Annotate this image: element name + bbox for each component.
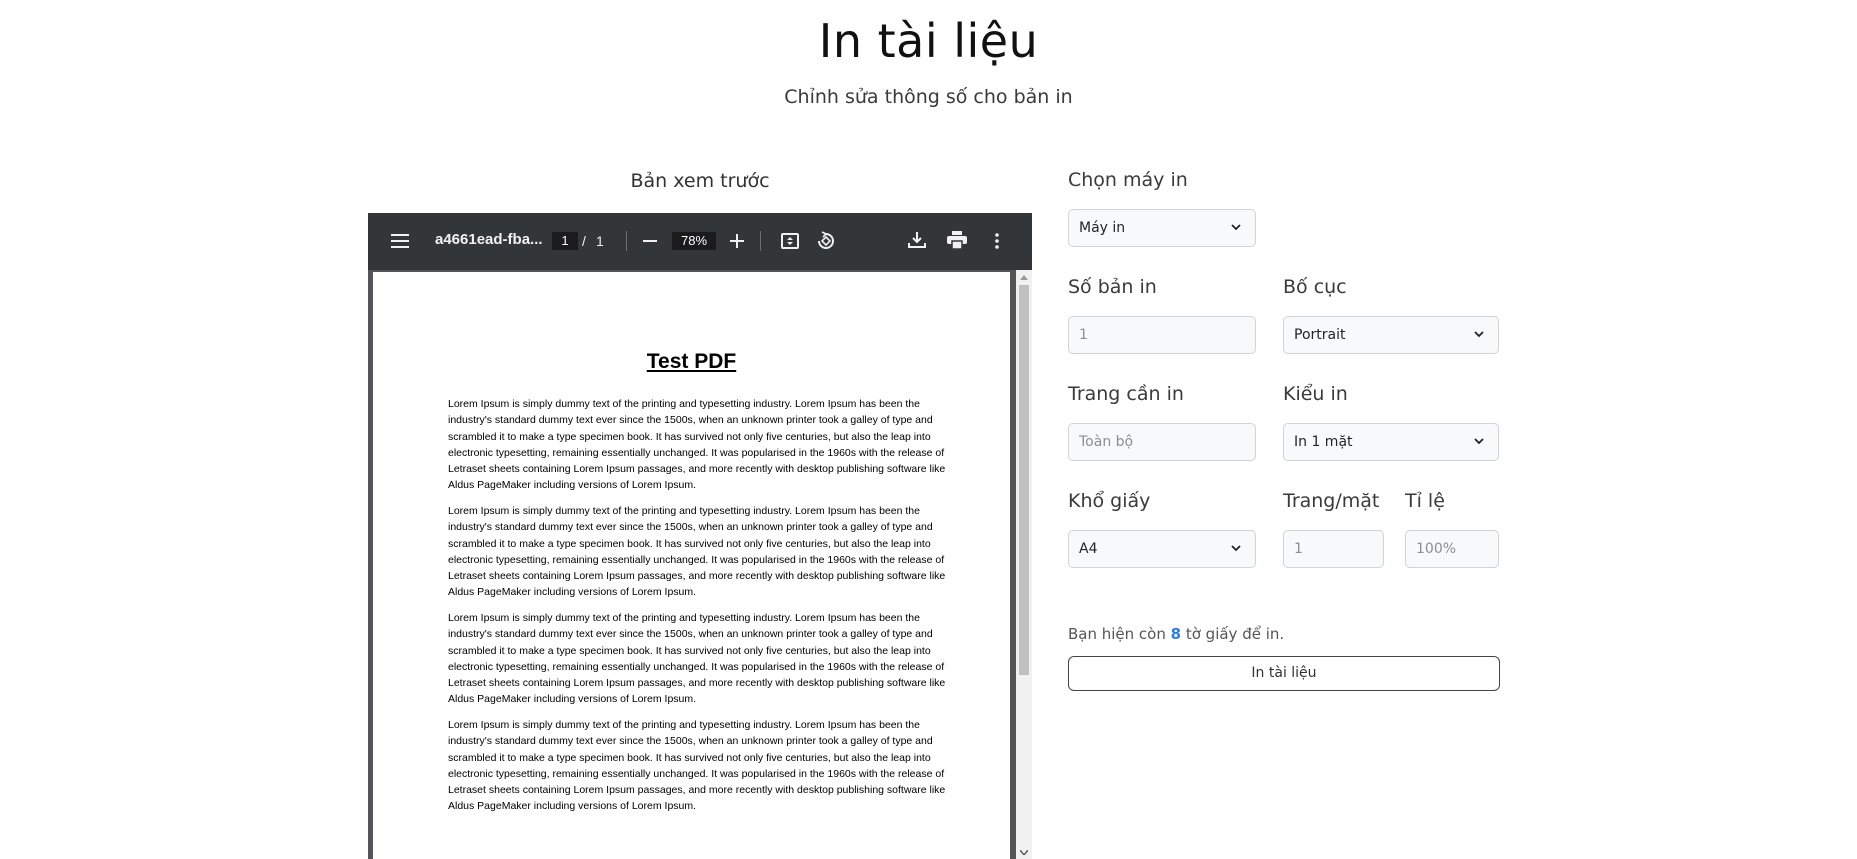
scroll-down-icon[interactable] [1016, 845, 1032, 859]
remaining-count: 8 [1170, 625, 1182, 643]
document-title: Test PDF [646, 350, 737, 373]
toolbar-divider [760, 231, 761, 251]
page-total: 1 [596, 233, 604, 249]
printer-label: Chọn máy in [1068, 169, 1188, 191]
more-icon[interactable] [985, 229, 1009, 253]
pdf-page: Test PDF Lorem Ipsum is simply dummy tex… [373, 272, 1010, 859]
paper-size-select[interactable]: A4 [1068, 530, 1256, 568]
paper-size-value: A4 [1079, 541, 1098, 557]
sides-label: Kiểu in [1283, 383, 1348, 405]
layout-label: Bố cục [1283, 276, 1347, 298]
page-number-input[interactable]: 1 [552, 232, 578, 250]
pages-input[interactable]: Toàn bộ [1068, 423, 1256, 461]
pages-per-sheet-label: Trang/mặt [1283, 490, 1380, 512]
remaining-prefix: Bạn hiện còn [1068, 625, 1171, 643]
scrollbar-thumb[interactable] [1019, 285, 1029, 675]
layout-value: Portrait [1294, 327, 1346, 343]
file-name: a4661ead-fba... [435, 231, 543, 248]
pdf-toolbar: a4661ead-fba... 1 / 1 78% [368, 213, 1032, 270]
pages-label: Trang cần in [1068, 383, 1184, 405]
zoom-in-icon[interactable] [725, 229, 749, 253]
page-title: In tài liệu [818, 14, 1039, 68]
chevron-down-icon [1474, 331, 1484, 338]
zoom-out-icon[interactable] [638, 229, 662, 253]
print-icon[interactable] [945, 228, 969, 252]
paper-size-label: Khổ giấy [1068, 490, 1151, 512]
copies-input[interactable]: 1 [1068, 316, 1256, 354]
remaining-paper-text: Bạn hiện còn 8 tờ giấy để in. [1068, 625, 1284, 643]
menu-icon[interactable] [388, 229, 412, 253]
document-paragraph: Lorem Ipsum is simply dummy text of the … [448, 505, 946, 599]
layout-select[interactable]: Portrait [1283, 316, 1499, 354]
rotate-icon[interactable] [814, 229, 838, 253]
chevron-down-icon [1474, 438, 1484, 445]
scale-input[interactable]: 100% [1405, 530, 1499, 568]
scroll-up-icon[interactable] [1016, 270, 1032, 284]
pages-per-sheet-input[interactable]: 1 [1283, 530, 1384, 568]
pdf-scrollbar[interactable] [1016, 270, 1032, 859]
chevron-down-icon [1231, 545, 1241, 552]
remaining-suffix: tờ giấy để in. [1181, 625, 1285, 643]
sides-value: In 1 mặt [1294, 434, 1353, 450]
page-subtitle: Chỉnh sửa thông số cho bản in [784, 86, 1073, 108]
chevron-down-icon [1231, 224, 1241, 231]
pdf-viewer[interactable]: a4661ead-fba... 1 / 1 78% Test PDF Lorem [368, 213, 1032, 859]
page-separator: / [582, 233, 586, 249]
zoom-input[interactable]: 78% [672, 232, 716, 250]
printer-select[interactable]: Máy in [1068, 209, 1256, 247]
scale-label: Tỉ lệ [1405, 490, 1445, 512]
document-paragraph: Lorem Ipsum is simply dummy text of the … [448, 612, 946, 706]
copies-label: Số bản in [1068, 276, 1157, 298]
print-button[interactable]: In tài liệu [1068, 656, 1500, 691]
fit-page-icon[interactable] [778, 229, 802, 253]
preview-heading: Bản xem trước [630, 170, 770, 192]
document-paragraph: Lorem Ipsum is simply dummy text of the … [448, 398, 946, 492]
sides-select[interactable]: In 1 mặt [1283, 423, 1499, 461]
printer-value: Máy in [1079, 220, 1126, 236]
document-paragraph: Lorem Ipsum is simply dummy text of the … [448, 719, 946, 813]
download-icon[interactable] [905, 228, 929, 252]
toolbar-divider [626, 231, 627, 251]
